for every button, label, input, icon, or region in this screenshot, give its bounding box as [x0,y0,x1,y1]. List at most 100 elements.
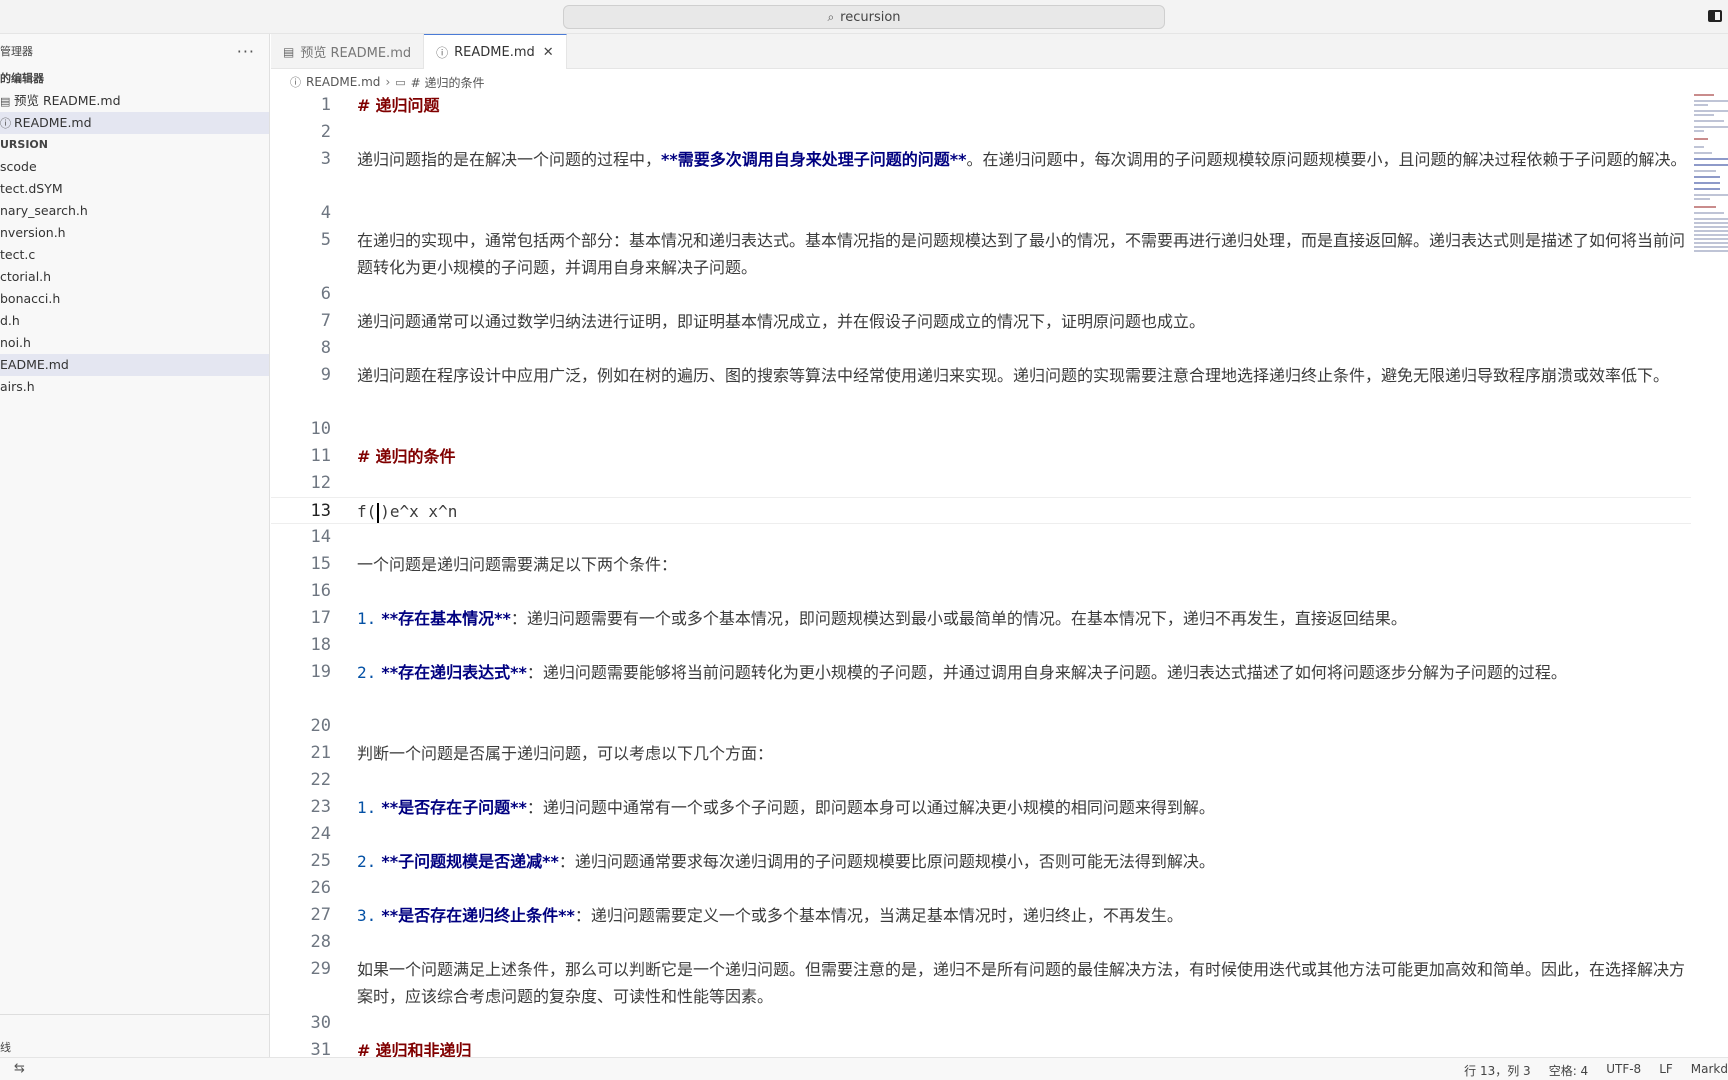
remote-icon[interactable]: ⇆ [14,1061,25,1076]
line-number: 14 [310,527,331,547]
editor-line: 24 [271,821,1691,848]
close-icon[interactable]: ✕ [543,45,554,60]
list-number: 2. [357,663,377,682]
bold-text: **存在递归表达式** [381,663,527,682]
editor-line: 14 [271,524,1691,551]
open-editor-item-preview[interactable]: ▤ 预览 README.md [0,90,269,112]
more-actions-icon[interactable]: ··· [237,42,255,61]
minimap-line [1694,198,1710,200]
line-content: # 递归和非递归 [357,1037,1687,1057]
line-number: 2 [320,122,331,142]
minimap-line [1694,250,1728,252]
text-run: ：递归问题中通常有一个或多个子问题，即问题本身可以通过解决更小规模的相同问题来得… [526,798,1215,817]
minimap-line [1694,206,1716,208]
end-of-line[interactable]: LF [1659,1062,1673,1079]
title-bar: ⌕ recursion [0,0,1728,34]
line-number: 6 [320,284,331,304]
text-run: ：递归问题需要定义一个或多个基本情况，当满足基本情况时，递归终止，不再发生。 [574,906,1183,925]
line-number: 15 [310,554,331,574]
list-number: 2. [357,852,377,871]
file-item[interactable]: tect.dSYM [0,178,269,200]
editor-line: 10 [271,416,1691,443]
line-content: 1. **是否存在子问题**：递归问题中通常有一个或多个子问题，即问题本身可以通… [357,794,1687,821]
minimap-line [1694,100,1728,102]
line-number: 17 [310,608,331,628]
line-number: 3 [320,149,331,169]
line-number: 22 [310,770,331,790]
line-number: 31 [310,1040,331,1057]
line-content: # 递归的条件 [357,443,1687,470]
status-bar: ⇆ 行 13，列 3 空格: 4 UTF-8 LF Markd [0,1057,1728,1080]
open-editor-item-readme[interactable]: ⓘ README.md [0,112,269,134]
encoding[interactable]: UTF-8 [1606,1062,1641,1079]
file-item[interactable]: bonacci.h [0,288,269,310]
line-number: 9 [320,365,331,385]
tab-readme[interactable]: ⓘ README.md ✕ [424,34,567,69]
heading-mark: # [357,1041,371,1057]
breadcrumb-file[interactable]: README.md [306,75,380,89]
editor-line: 28 [271,929,1691,956]
editor-tabs: ▤ 预览 README.md ⓘ README.md ✕ [271,34,1728,69]
minimap-line [1694,230,1728,232]
info-icon: ⓘ [290,76,301,89]
open-editors-section[interactable]: 的编辑器 [0,68,269,90]
editor-line: 25 2. **子问题规模是否递减**：递归问题通常要求每次递归调用的子问题规模… [271,848,1691,875]
timeline-section[interactable]: 线 [0,1039,11,1055]
file-item[interactable]: airs.h [0,376,269,398]
line-content: # 递归问题 [357,92,1687,119]
folder-section-recursion[interactable]: URSION [0,134,269,156]
file-item-readme[interactable]: EADME.md [0,354,269,376]
editor-line: 4 [271,200,1691,227]
editor-line: 22 [271,767,1691,794]
line-number: 25 [310,851,331,871]
minimap-line [1694,226,1728,228]
breadcrumb: ⓘ README.md › ▭ # 递归的条件 [290,72,485,92]
minimap-line [1694,126,1728,128]
toggle-sidebar-icon[interactable] [1708,10,1722,22]
file-item[interactable]: noi.h [0,332,269,354]
line-number: 30 [310,1013,331,1033]
editor-line: 8 [271,335,1691,362]
file-item[interactable]: scode [0,156,269,178]
minimap-line [1694,120,1724,122]
minimap-line [1694,218,1728,220]
editor-line: 19 2. **存在递归表达式**：递归问题需要能够将当前问题转化为更小规模的子… [271,659,1691,713]
preview-icon: ▤ [0,95,11,108]
editor-line-current: 13 f()e^x x^n [271,497,1691,524]
language-mode[interactable]: Markd [1691,1062,1728,1079]
file-item[interactable]: d.h [0,310,269,332]
editor-line: 5 在递归的实现中，通常包括两个部分：基本情况和递归表达式。基本情况指的是问题规… [271,227,1691,281]
bold-text: **需要多次调用自身来处理子问题的问题** [661,150,967,169]
code-editor[interactable]: 1 # 递归问题 2 3 递归问题指的是在解决一个问题的过程中，**需要多次调用… [271,92,1691,1057]
file-item[interactable]: nary_search.h [0,200,269,222]
heading-text: 递归问题 [375,96,440,115]
breadcrumb-symbol[interactable]: # 递归的条件 [411,74,485,91]
command-center-search[interactable]: ⌕ recursion [563,5,1165,29]
line-content: 如果一个问题满足上述条件，那么可以判断它是一个递归问题。但需要注意的是，递归不是… [357,960,1686,1006]
editor-line: 9 递归问题在程序设计中应用广泛，例如在树的遍历、图的搜索等算法中经常使用递归来… [271,362,1691,416]
tab-preview-readme[interactable]: ▤ 预览 README.md [271,34,425,69]
line-number: 23 [310,797,331,817]
file-item[interactable]: ctorial.h [0,266,269,288]
file-item[interactable]: nversion.h [0,222,269,244]
open-editor-label: 预览 README.md [14,93,121,108]
minimap-line [1694,104,1708,106]
cursor-position[interactable]: 行 13，列 3 [1464,1062,1531,1079]
symbol-icon: ▭ [395,75,406,89]
editor-line: 11 # 递归的条件 [271,443,1691,470]
file-item[interactable]: tect.c [0,244,269,266]
line-content: 1. **存在基本情况**：递归问题需要有一个或多个基本情况，即问题规模达到最小… [357,605,1687,632]
line-content: 递归问题在程序设计中应用广泛，例如在树的遍历、图的搜索等算法中经常使用递归来实现… [357,366,1670,385]
indentation[interactable]: 空格: 4 [1549,1062,1589,1079]
line-number: 8 [320,338,331,358]
editor-line: 1 # 递归问题 [271,92,1691,119]
minimap-line [1694,234,1728,236]
explorer-sidebar: 管理器 ··· 的编辑器 ▤ 预览 README.md ⓘ README.md UR… [0,34,270,1057]
text-run: f( [357,502,377,521]
minimap-line [1694,164,1728,166]
minimap[interactable] [1692,92,1728,272]
line-number: 4 [320,203,331,223]
minimap-line [1694,170,1716,172]
minimap-line [1694,194,1728,196]
preview-icon: ▤ [283,44,295,59]
